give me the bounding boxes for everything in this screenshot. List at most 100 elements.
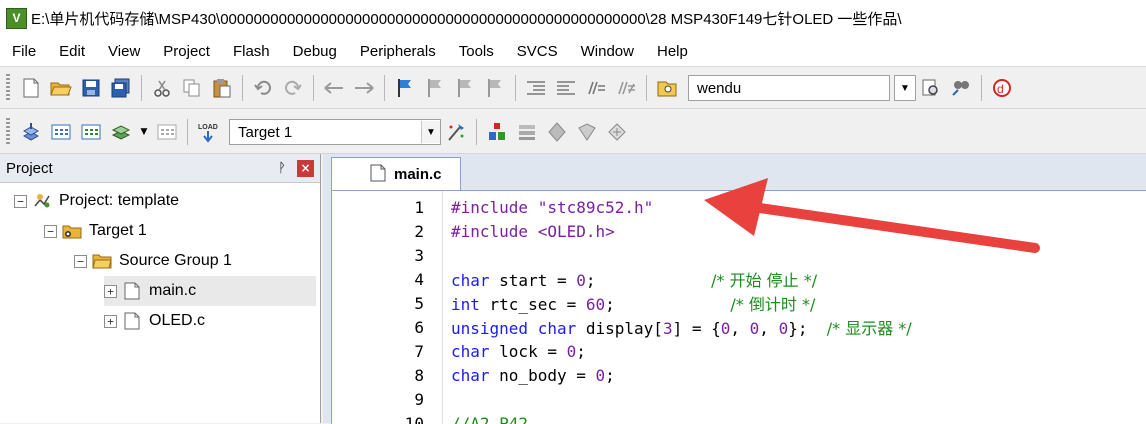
select-packs-icon[interactable] — [544, 119, 570, 145]
tree-item-main-c[interactable]: + main.c — [104, 276, 316, 306]
code-line[interactable]: 9 — [332, 387, 424, 411]
code-token: start = — [490, 271, 577, 290]
cut-icon[interactable] — [149, 75, 175, 101]
find-combo[interactable]: wendu — [688, 75, 890, 101]
code-line[interactable]: 7char lock = 0; — [332, 339, 424, 363]
manage-rte-icon[interactable] — [514, 119, 540, 145]
collapse-icon[interactable]: − — [74, 255, 87, 268]
svg-text:LOAD: LOAD — [198, 124, 218, 131]
code-line[interactable]: 4char start = 0; /* 开始 停止 */ — [332, 267, 424, 291]
menu-flash[interactable]: Flash — [221, 43, 281, 60]
incremental-find-icon[interactable] — [948, 75, 974, 101]
find-combo-dropdown[interactable]: ▼ — [894, 75, 916, 101]
expand-icon[interactable]: + — [104, 315, 117, 328]
collapse-icon[interactable]: − — [44, 225, 57, 238]
unindent-icon[interactable] — [553, 75, 579, 101]
window-title: E:\单片机代码存储\MSP430\0000000000000000000000… — [31, 8, 902, 29]
bookmark-clear-icon[interactable] — [482, 75, 508, 101]
open-folder-icon[interactable] — [48, 75, 74, 101]
build-toolbar: ▼ LOAD Target 1 ▼ — [0, 111, 1146, 154]
bookmark-next-icon[interactable] — [452, 75, 478, 101]
menu-window[interactable]: Window — [569, 43, 645, 60]
line-number: 3 — [332, 246, 424, 265]
batch-dropdown-icon[interactable]: ▼ — [138, 119, 150, 145]
copy-icon[interactable] — [179, 75, 205, 101]
menu-edit[interactable]: Edit — [47, 43, 96, 60]
tree-item-source-group[interactable]: − Source Group 1 — [74, 246, 232, 276]
debug-session-icon[interactable]: d — [989, 75, 1015, 101]
code-token: "stc89c52.h" — [538, 198, 654, 217]
code-token: char — [451, 366, 490, 385]
code-editor[interactable]: 1#include "stc89c52.h"2#include <OLED.h>… — [331, 190, 1146, 424]
rebuild-icon[interactable] — [78, 119, 104, 145]
collapse-icon[interactable]: − — [14, 195, 27, 208]
chevron-down-icon[interactable]: ▼ — [421, 121, 440, 143]
menu-svcs[interactable]: SVCS — [505, 43, 569, 60]
toolbar-grip[interactable] — [6, 118, 10, 146]
expand-icon[interactable]: + — [104, 285, 117, 298]
pin-icon[interactable]: ᚹ — [273, 161, 291, 176]
tree-item-project[interactable]: − Project: template — [14, 186, 179, 216]
code-line[interactable]: 3 — [332, 243, 424, 267]
code-line[interactable]: 10//A2 P42 — [332, 411, 424, 424]
redo-icon[interactable] — [280, 75, 306, 101]
download-load-icon[interactable]: LOAD — [195, 119, 221, 145]
pack-installer-icon[interactable] — [574, 119, 600, 145]
manage-project-items-icon[interactable] — [484, 119, 510, 145]
title-bar: V E:\单片机代码存储\MSP430\00000000000000000000… — [0, 0, 1146, 36]
menu-tools[interactable]: Tools — [447, 43, 505, 60]
build-icon[interactable] — [48, 119, 74, 145]
target-select[interactable]: Target 1 ▼ — [229, 119, 441, 145]
bookmark-icon[interactable] — [392, 75, 418, 101]
target-select-value: Target 1 — [230, 124, 421, 141]
close-icon[interactable]: × — [297, 160, 314, 177]
bookmark-prev-icon[interactable] — [422, 75, 448, 101]
code-line[interactable]: 1#include "stc89c52.h" — [332, 195, 424, 219]
c-file-icon — [122, 282, 142, 300]
compile-icon[interactable] — [18, 119, 44, 145]
indent-icon[interactable] — [523, 75, 549, 101]
code-line[interactable]: 2#include <OLED.h> — [332, 219, 424, 243]
find-icon[interactable] — [918, 75, 944, 101]
toolbar-grip[interactable] — [6, 74, 10, 102]
tree-item-target[interactable]: − Target 1 — [44, 216, 147, 246]
find-in-files-icon[interactable] — [654, 75, 680, 101]
editor-area: main.c 1#include "stc89c52.h"2#include <… — [323, 154, 1146, 423]
new-file-icon[interactable] — [18, 75, 44, 101]
undo-icon[interactable] — [250, 75, 276, 101]
code-line[interactable]: 5int rtc_sec = 60; /* 倒计时 */ — [332, 291, 424, 315]
code-token: ; — [576, 342, 586, 361]
software-packs-icon[interactable] — [604, 119, 630, 145]
comment-icon[interactable] — [583, 75, 609, 101]
tab-label: main.c — [394, 166, 442, 183]
batch-build-icon[interactable] — [108, 119, 134, 145]
code-text: #include "stc89c52.h" — [451, 198, 653, 217]
menu-file[interactable]: File — [0, 43, 47, 60]
target-options-icon[interactable] — [443, 119, 469, 145]
toolbar-separator — [187, 119, 188, 145]
save-icon[interactable] — [78, 75, 104, 101]
project-panel-header: Project ᚹ × — [0, 154, 320, 183]
menu-view[interactable]: View — [96, 43, 151, 60]
tab-main-c[interactable]: main.c — [331, 157, 461, 191]
stop-build-icon[interactable] — [154, 119, 180, 145]
menu-help[interactable]: Help — [645, 43, 699, 60]
line-number: 7 — [332, 342, 424, 361]
project-panel: Project ᚹ × − Project: template − Target… — [0, 154, 321, 423]
code-line[interactable]: 6unsigned char display[3] = {0, 0, 0}; /… — [332, 315, 424, 339]
code-line[interactable]: 8char no_body = 0; — [332, 363, 424, 387]
code-token: , — [730, 319, 749, 338]
nav-forward-icon[interactable] — [351, 75, 377, 101]
code-token: char — [451, 342, 490, 361]
menu-debug[interactable]: Debug — [281, 43, 348, 60]
nav-back-icon[interactable] — [321, 75, 347, 101]
menu-peripherals[interactable]: Peripherals — [348, 43, 447, 60]
tree-item-oled-c[interactable]: + OLED.c — [104, 306, 205, 336]
save-all-icon[interactable] — [108, 75, 134, 101]
paste-icon[interactable] — [209, 75, 235, 101]
toolbar-separator — [515, 75, 516, 101]
menu-project[interactable]: Project — [151, 43, 221, 60]
code-text: char lock = 0; — [451, 342, 586, 361]
uncomment-icon[interactable] — [613, 75, 639, 101]
chevron-down-icon: ▼ — [900, 83, 910, 94]
